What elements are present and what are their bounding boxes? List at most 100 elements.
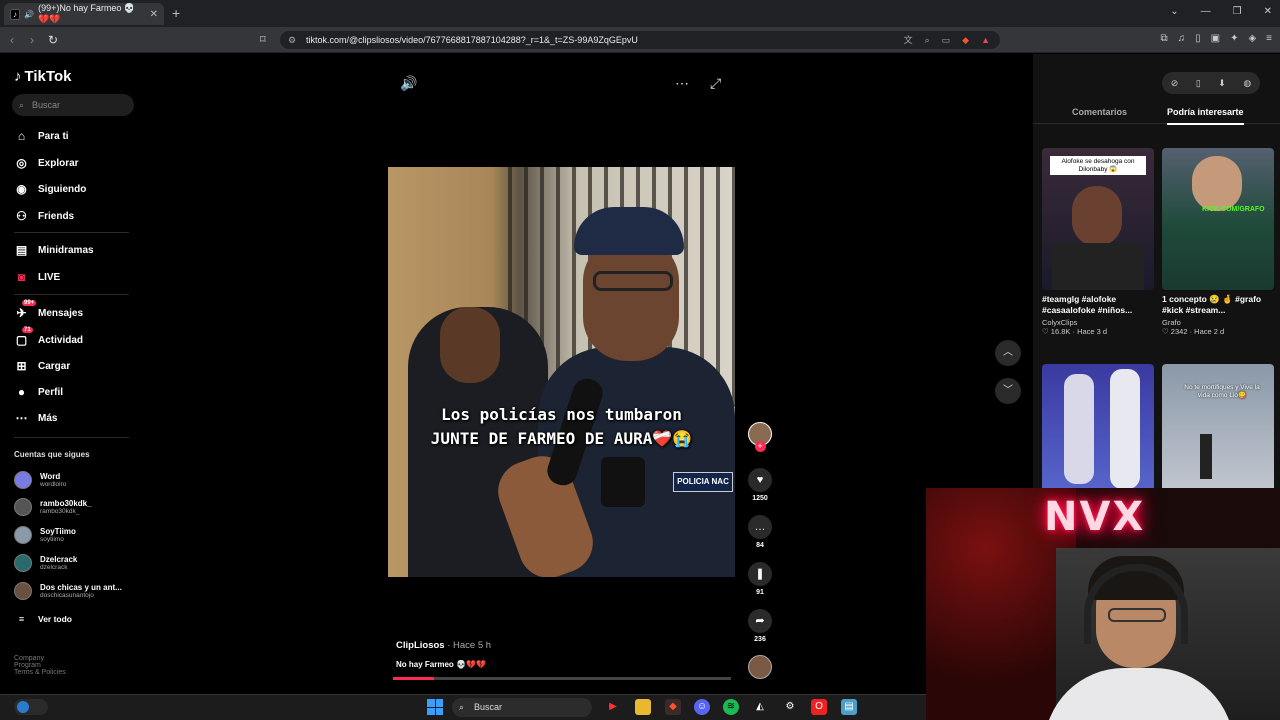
settings-icon[interactable]: ⚙ <box>782 699 798 715</box>
footer-link[interactable]: Program <box>14 662 66 669</box>
start-button[interactable] <box>427 699 443 715</box>
site-info-icon[interactable]: ⚙ <box>288 31 296 49</box>
save-button[interactable]: ❚ 91 <box>745 562 775 596</box>
account-item[interactable]: Dzelcrack dzelcrack <box>14 554 77 572</box>
sound-avatar[interactable] <box>745 655 775 679</box>
tab-comentarios[interactable]: Comentarios <box>1072 107 1127 117</box>
wallet-icon[interactable]: ▣ <box>1211 33 1220 44</box>
menu-icon[interactable]: ≡ <box>1266 33 1272 44</box>
nav-live[interactable]: ◙ LIVE <box>14 270 60 284</box>
previous-video-button[interactable]: ︿ <box>995 340 1021 366</box>
maximize-button[interactable]: ❐ <box>1233 6 1242 17</box>
close-window-button[interactable]: ✕ <box>1264 6 1272 17</box>
share-button[interactable]: ➦ 236 <box>745 609 775 643</box>
nav-minidramas[interactable]: ▤ Minidramas <box>14 243 94 257</box>
recommended-video-card[interactable]: KICK.COM/GRAFO 1 concepto 😢 🤞 #grafo #ki… <box>1162 148 1274 336</box>
video-progress-bar[interactable] <box>393 677 731 680</box>
video-player[interactable]: POLICIA NAC Los policías nos tumbaron JU… <box>388 167 735 577</box>
follow-plus-icon[interactable]: + <box>754 441 766 452</box>
recommended-video-card[interactable]: Alofoke se desahoga con Dilonbaby 😱 #tea… <box>1042 148 1154 336</box>
fullscreen-icon[interactable]: ⤢ <box>710 75 721 92</box>
more-options-icon[interactable]: ⋯ <box>675 75 689 92</box>
video-thumbnail <box>1042 364 1154 506</box>
search-input[interactable]: ⌕ Buscar <box>12 94 134 116</box>
thumbnail-label: Alofoke se desahoga con Dilonbaby 😱 <box>1050 156 1146 175</box>
app-icon[interactable]: ▤ <box>841 699 857 715</box>
thumbnail-person <box>1064 374 1094 484</box>
media-icon[interactable]: ♫ <box>1178 33 1186 44</box>
account-handle: wordlolro <box>40 481 67 488</box>
activity-badge: 71 <box>22 327 33 333</box>
minimize-button[interactable]: — <box>1201 6 1211 17</box>
brave-shield-icon[interactable]: ◆ <box>962 31 969 49</box>
next-video-button[interactable]: ﹀ <box>995 378 1021 404</box>
new-tab-button[interactable]: + <box>172 5 180 21</box>
phone-icon[interactable]: ▯ <box>1196 78 1201 89</box>
nav-explorar[interactable]: ◎ Explorar <box>14 156 78 170</box>
friends-icon: ⚇ <box>16 209 27 223</box>
video-author[interactable]: ClipLiosos · Hace 5 h <box>396 640 491 651</box>
account-item[interactable]: Dos chicas y un ant... doschicasunantojo <box>14 582 122 600</box>
vpn-icon[interactable]: ◈ <box>1248 33 1256 44</box>
messages-icon: ✈ 99+ <box>16 300 37 320</box>
nav-mas[interactable]: ⋯ Más <box>14 411 58 425</box>
zoom-icon[interactable]: ⌕ <box>925 31 930 49</box>
leo-icon[interactable]: ✦ <box>1230 33 1238 44</box>
volume-icon[interactable]: 🔊 <box>400 75 417 92</box>
recommended-video-card[interactable] <box>1042 364 1154 506</box>
home-icon: ⌂ <box>17 129 26 143</box>
card-caption: 1 concepto 😢 🤞 #grafo #kick #stream... <box>1162 294 1262 316</box>
brave-rewards-icon[interactable]: ▲ <box>981 31 990 49</box>
back-icon[interactable]: ‹ <box>10 33 14 47</box>
footer-link[interactable]: Terms & Policies <box>14 669 66 676</box>
widgets-button[interactable] <box>14 699 48 715</box>
url-field[interactable]: ⚙ tiktok.com/@clipsliosos/video/76776688… <box>280 31 1000 49</box>
cast-icon[interactable]: ▭ <box>942 31 951 49</box>
compass-icon[interactable]: ⊘ <box>1171 78 1179 89</box>
spotify-icon[interactable]: ≋ <box>723 699 739 715</box>
footer-links: Company Program Terms & Policies <box>14 655 66 676</box>
nav-label: Cargar <box>38 360 71 372</box>
account-item[interactable]: Word wordlolro <box>14 471 66 489</box>
translate-icon[interactable]: 文 <box>904 31 913 49</box>
nav-mensajes[interactable]: ✈ 99+ Mensajes <box>14 300 83 320</box>
download-icon[interactable]: ⬇ <box>1218 78 1226 89</box>
comment-button[interactable]: … 84 <box>745 515 775 549</box>
browser-tab[interactable]: ♪ 🔊 (99+)No hay Farmeo 💀💔💔 ✕ <box>4 3 164 25</box>
capcut-icon[interactable]: ◭ <box>752 699 768 715</box>
see-all-link[interactable]: ≡ Ver todo <box>14 614 72 624</box>
card-channel: ColyxClips <box>1042 317 1078 327</box>
nav-siguiendo[interactable]: ◉ Siguiendo <box>14 182 86 196</box>
tab-close-icon[interactable]: ✕ <box>150 9 158 20</box>
taskbar-search[interactable]: ⌕ Buscar <box>452 698 592 717</box>
reload-icon[interactable]: ↻ <box>48 33 58 47</box>
video-caption-line1: Los policías nos tumbaron <box>441 405 682 424</box>
tab-search-icon[interactable]: ⌄ <box>1170 6 1178 17</box>
activity-icon: ▢ 71 <box>15 327 33 347</box>
recommended-video-card[interactable]: No te mortifiques y Vive la vida como Li… <box>1162 364 1274 506</box>
youtube-icon[interactable]: ▶ <box>605 699 621 715</box>
nav-cargar[interactable]: ⊞ Cargar <box>14 359 70 373</box>
speaker-icon[interactable]: 🔊 <box>24 10 34 19</box>
account-item[interactable]: rambo30kdk_ rambo30kdk_ <box>14 498 92 516</box>
tab-podria-interesarte[interactable]: Podría interesarte <box>1167 107 1244 125</box>
footer-link[interactable]: Company <box>14 655 66 662</box>
forward-icon[interactable]: › <box>30 33 34 47</box>
nav-friends[interactable]: ⚇ Friends <box>14 209 74 223</box>
nav-perfil[interactable]: ● Perfil <box>14 385 63 399</box>
account-item[interactable]: SoyTiimo soytiimo <box>14 526 76 544</box>
profile-icon: ● <box>17 385 26 399</box>
user-avatar-icon[interactable]: ◍ <box>1243 78 1251 89</box>
opera-icon[interactable]: O <box>811 699 827 715</box>
like-button[interactable]: ♥ 1250 <box>745 468 775 502</box>
author-avatar[interactable]: + <box>745 422 775 452</box>
nav-para-ti[interactable]: ⌂ Para ti <box>14 129 69 143</box>
nav-actividad[interactable]: ▢ 71 Actividad <box>14 327 83 347</box>
file-explorer-icon[interactable] <box>635 699 651 715</box>
discord-icon[interactable]: ☺ <box>694 699 710 715</box>
brave-icon[interactable]: ◆ <box>665 699 681 715</box>
tiktok-logo[interactable]: ♪ TikTok <box>14 68 71 85</box>
sidebar-icon[interactable]: ▯ <box>1195 33 1201 44</box>
extensions-icon[interactable]: ⧉ <box>1160 33 1167 44</box>
bookmark-icon[interactable]: ⌑ <box>260 33 266 46</box>
